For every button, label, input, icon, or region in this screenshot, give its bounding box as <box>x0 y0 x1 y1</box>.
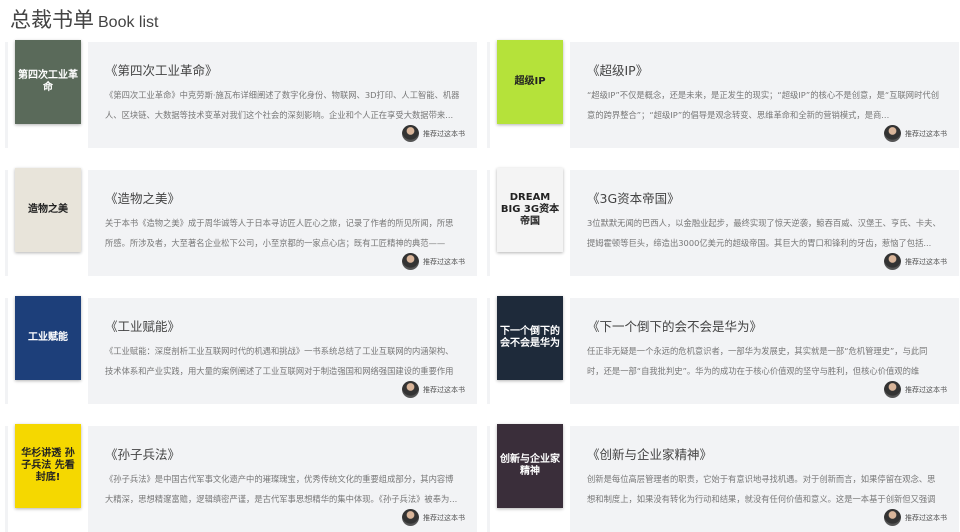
recommend-label: 推荐过这本书 <box>905 513 947 522</box>
cover-text: 造物之美 <box>28 204 68 215</box>
avatar <box>884 509 901 526</box>
page-title: 总裁书单 Book list <box>10 4 158 34</box>
recommend-label: 推荐过这本书 <box>905 257 947 266</box>
cover-image: 下一个倒下的会不会是华为 <box>497 296 563 380</box>
book-title[interactable]: 《第四次工业革命》 <box>105 60 218 79</box>
cover-text: 工业赋能 <box>28 332 68 343</box>
book-description: “超级IP”不仅是概念，还是未来，是正发生的现实；“超级IP”的核心不是创意，是… <box>587 90 939 120</box>
cover-image: 超级IP <box>497 40 563 124</box>
book-description: 《孙子兵法》是中国古代军事文化遗产中的璀璨瑰宝，优秀传统文化的重要组成部分，其内… <box>105 474 458 504</box>
recommend-label: 推荐过这本书 <box>905 129 947 138</box>
cover-image: DREAM BIG 3G资本帝国 <box>497 168 563 252</box>
recommend-label: 推荐过这本书 <box>905 385 947 394</box>
recommender[interactable]: 推荐过这本书 <box>402 509 465 526</box>
book-card[interactable]: 造物之美 《造物之美》 关于本书《造物之美》成于周华诚等人于日本寻访匠人匠心之旅… <box>5 166 477 276</box>
cover-text: 超级IP <box>514 76 546 87</box>
book-description: 创新是每位高层管理者的职责，它始于有意识地寻找机遇。对于创新而言，如果停留在观念… <box>587 474 936 504</box>
book-description: 《工业赋能：深度剖析工业互联网时代的机遇和挑战》一书系统总结了工业互联网的内涵架… <box>105 346 454 376</box>
avatar <box>884 253 901 270</box>
book-description: 关于本书《造物之美》成于周华诚等人于日本寻访匠人匠心之旅，记录了作者的所见所闻，… <box>105 218 454 248</box>
recommend-label: 推荐过这本书 <box>423 257 465 266</box>
book-card[interactable]: 下一个倒下的会不会是华为 《下一个倒下的会不会是华为》 任正非无疑是一个永远的危… <box>487 294 959 404</box>
recommender[interactable]: 推荐过这本书 <box>884 253 947 270</box>
book-card[interactable]: DREAM BIG 3G资本帝国 《3G资本帝国》 3位默默无闻的巴西人，以金融… <box>487 166 959 276</box>
cover-text: 华杉讲透 孙子兵法 先看封底! <box>21 448 75 483</box>
book-title[interactable]: 《工业赋能》 <box>105 316 180 335</box>
book-title[interactable]: 《造物之美》 <box>105 188 180 207</box>
book-description: 任正非无疑是一个永远的危机意识者，一部华为发展史，其实就是一部“危机管理史”，与… <box>587 346 928 376</box>
cover-text: 第四次工业革命 <box>18 70 78 93</box>
cover-text: DREAM BIG 3G资本帝国 <box>500 192 560 227</box>
book-card[interactable]: 超级IP 《超级IP》 “超级IP”不仅是概念，还是未来，是正发生的现实；“超级… <box>487 38 959 148</box>
recommender[interactable]: 推荐过这本书 <box>402 253 465 270</box>
cover-image: 第四次工业革命 <box>15 40 81 124</box>
recommender[interactable]: 推荐过这本书 <box>884 509 947 526</box>
book-cover[interactable]: 造物之美 <box>8 166 88 276</box>
recommend-label: 推荐过这本书 <box>423 513 465 522</box>
recommender[interactable]: 推荐过这本书 <box>884 381 947 398</box>
book-cover[interactable]: 华杉讲透 孙子兵法 先看封底! <box>8 422 88 532</box>
recommender[interactable]: 推荐过这本书 <box>402 381 465 398</box>
book-title[interactable]: 《创新与企业家精神》 <box>587 444 712 463</box>
recommend-label: 推荐过这本书 <box>423 129 465 138</box>
book-card[interactable]: 创新与企业家精神 《创新与企业家精神》 创新是每位高层管理者的职责，它始于有意识… <box>487 422 959 532</box>
recommend-label: 推荐过这本书 <box>423 385 465 394</box>
cover-image: 华杉讲透 孙子兵法 先看封底! <box>15 424 81 508</box>
avatar <box>402 381 419 398</box>
cover-image: 造物之美 <box>15 168 81 252</box>
book-title[interactable]: 《下一个倒下的会不会是华为》 <box>587 316 762 335</box>
avatar <box>402 125 419 142</box>
book-cover[interactable]: DREAM BIG 3G资本帝国 <box>490 166 570 276</box>
book-card[interactable]: 工业赋能 《工业赋能》 《工业赋能：深度剖析工业互联网时代的机遇和挑战》一书系统… <box>5 294 477 404</box>
book-cover[interactable]: 第四次工业革命 <box>8 38 88 148</box>
book-description: 《第四次工业革命》中克劳斯·施瓦布详细阐述了数字化身份、物联网、3D打印、人工智… <box>105 90 460 120</box>
book-cover[interactable]: 工业赋能 <box>8 294 88 404</box>
book-title[interactable]: 《3G资本帝国》 <box>587 188 680 207</box>
book-cover[interactable]: 创新与企业家精神 <box>490 422 570 532</box>
avatar <box>402 509 419 526</box>
avatar <box>884 125 901 142</box>
cover-image: 工业赋能 <box>15 296 81 380</box>
book-description: 3位默默无闻的巴西人，以金融业起步，最终实现了惊天逆袭，鲸吞百威、汉堡王、亨氏、… <box>587 218 941 248</box>
book-cover[interactable]: 超级IP <box>490 38 570 148</box>
book-title[interactable]: 《孙子兵法》 <box>105 444 180 463</box>
book-card[interactable]: 第四次工业革命 《第四次工业革命》 《第四次工业革命》中克劳斯·施瓦布详细阐述了… <box>5 38 477 148</box>
title-en: Book list <box>98 14 159 31</box>
avatar <box>402 253 419 270</box>
book-title[interactable]: 《超级IP》 <box>587 60 648 79</box>
avatar <box>884 381 901 398</box>
book-card[interactable]: 华杉讲透 孙子兵法 先看封底! 《孙子兵法》 《孙子兵法》是中国古代军事文化遗产… <box>5 422 477 532</box>
cover-image: 创新与企业家精神 <box>497 424 563 508</box>
recommender[interactable]: 推荐过这本书 <box>402 125 465 142</box>
cover-text: 创新与企业家精神 <box>500 454 560 477</box>
recommender[interactable]: 推荐过这本书 <box>884 125 947 142</box>
book-cover[interactable]: 下一个倒下的会不会是华为 <box>490 294 570 404</box>
cover-text: 下一个倒下的会不会是华为 <box>500 326 560 349</box>
title-zh: 总裁书单 <box>10 8 94 32</box>
